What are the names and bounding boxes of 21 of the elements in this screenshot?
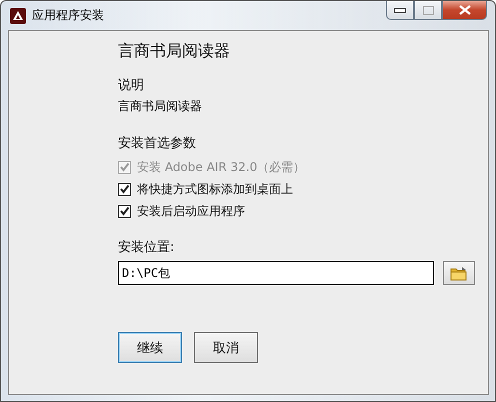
checkbox[interactable] bbox=[118, 182, 131, 196]
folder-icon bbox=[450, 266, 468, 280]
app-name: 言商书局阅读器 bbox=[118, 41, 231, 62]
path-field[interactable]: D:\PC包 bbox=[118, 261, 434, 285]
checkbox-label: 安装 Adobe AIR 32.0（必需） bbox=[137, 158, 306, 176]
browse-button[interactable] bbox=[443, 261, 475, 285]
description-text: 言商书局阅读器 bbox=[118, 98, 203, 115]
app-icon bbox=[10, 8, 26, 24]
maximize-button[interactable] bbox=[414, 1, 442, 20]
checkbox-label: 将快捷方式图标添加到桌面上 bbox=[137, 180, 293, 198]
close-button[interactable] bbox=[442, 1, 487, 20]
minimize-button[interactable] bbox=[386, 1, 414, 20]
field-label: 安装位置: bbox=[118, 239, 176, 256]
checkbox[interactable] bbox=[118, 204, 131, 218]
window-title: 应用程序安装 bbox=[32, 7, 104, 24]
dialog-button[interactable]: 继续 bbox=[118, 332, 182, 363]
checkbox-label: 安装后启动应用程序 bbox=[137, 202, 245, 220]
dialog-button[interactable]: 取消 bbox=[194, 332, 258, 363]
close-icon bbox=[458, 5, 470, 15]
section-heading: 安装首选参数 bbox=[118, 135, 197, 152]
section-heading: 说明 bbox=[118, 77, 145, 94]
